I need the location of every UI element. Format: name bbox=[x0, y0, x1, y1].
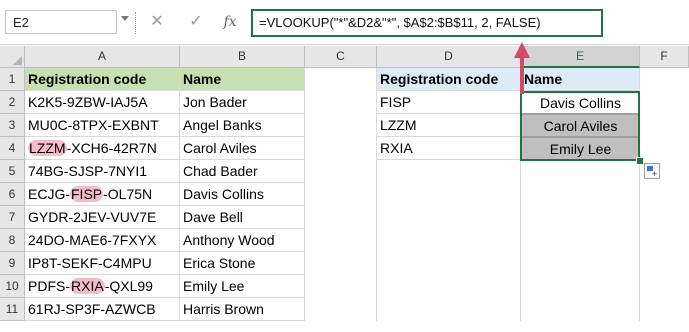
select-all-triangle-icon bbox=[13, 56, 22, 65]
row-header[interactable]: 8 bbox=[0, 229, 25, 252]
empty-column-c[interactable] bbox=[305, 68, 377, 321]
code-prefix: PDFS- bbox=[28, 278, 70, 294]
row-header[interactable]: 2 bbox=[0, 91, 25, 114]
registration-code-cell[interactable]: IP8T-SEKF-C4MPU bbox=[25, 252, 180, 275]
code-prefix: 24DO-MAE6-7FXYX bbox=[28, 232, 157, 248]
row-header[interactable]: 3 bbox=[0, 114, 25, 137]
lookup-header-registration-code[interactable]: Registration code bbox=[377, 68, 521, 91]
insert-function-icon[interactable]: fx bbox=[220, 11, 240, 33]
name-cell[interactable]: Jon Bader bbox=[180, 91, 305, 114]
formula-bar-divider bbox=[0, 44, 689, 45]
code-suffix: -OL75N bbox=[103, 186, 153, 202]
code-prefix: GYDR-2JEV-VUV7E bbox=[28, 209, 157, 225]
empty-column-f[interactable] bbox=[640, 68, 689, 321]
lookup-result-cell[interactable]: Davis Collins bbox=[521, 91, 640, 114]
code-match-highlight: LZZM bbox=[28, 140, 67, 156]
fill-handle[interactable] bbox=[636, 157, 644, 165]
row-header[interactable]: 6 bbox=[0, 183, 25, 206]
formula-bar: E2 ✕ ✓ fx =VLOOKUP("*"&D2&"*", $A$2:$B$1… bbox=[0, 0, 689, 46]
registration-code-cell[interactable]: K2K5-9ZBW-IAJ5A bbox=[25, 91, 180, 114]
name-cell[interactable]: Davis Collins bbox=[180, 183, 305, 206]
code-suffix: -QXL99 bbox=[104, 278, 153, 294]
chevron-down-icon[interactable] bbox=[121, 16, 129, 21]
row-header[interactable]: 9 bbox=[0, 252, 25, 275]
registration-code-cell[interactable]: PDFS-RXIA-QXL99 bbox=[25, 275, 180, 298]
code-suffix: -XCH6-42R7N bbox=[66, 140, 157, 156]
row-header[interactable]: 5 bbox=[0, 160, 25, 183]
lookup-code-cell[interactable]: FISP bbox=[377, 91, 521, 114]
row-header[interactable]: 4 bbox=[0, 137, 25, 160]
name-cell[interactable]: Erica Stone bbox=[180, 252, 305, 275]
code-match-highlight: RXIA bbox=[70, 278, 105, 294]
formula-input[interactable]: =VLOOKUP("*"&D2&"*", $A$2:$B$11, 2, FALS… bbox=[251, 9, 603, 37]
header-name[interactable]: Name bbox=[180, 68, 305, 91]
enter-icon[interactable]: ✓ bbox=[186, 11, 206, 33]
name-cell[interactable]: Harris Brown bbox=[180, 298, 305, 321]
row-header[interactable]: 7 bbox=[0, 206, 25, 229]
column-header-f[interactable]: F bbox=[640, 46, 689, 68]
registration-code-cell[interactable]: 74BG-SJSP-7NYI1 bbox=[25, 160, 180, 183]
registration-code-cell[interactable]: 24DO-MAE6-7FXYX bbox=[25, 229, 180, 252]
name-cell[interactable]: Dave Bell bbox=[180, 206, 305, 229]
code-prefix: ECJG- bbox=[28, 186, 70, 202]
paste-options-plus: + bbox=[652, 169, 658, 179]
annotation-arrow-shaft bbox=[520, 56, 524, 94]
row-header[interactable]: 11 bbox=[0, 298, 25, 321]
empty-cells-d[interactable] bbox=[377, 160, 521, 321]
lookup-result-cell[interactable]: Carol Aviles bbox=[521, 114, 640, 137]
column-header-e[interactable]: E bbox=[521, 46, 640, 68]
name-cell[interactable]: Emily Lee bbox=[180, 275, 305, 298]
name-box[interactable]: E2 bbox=[5, 10, 117, 34]
spreadsheet: E2 ✕ ✓ fx =VLOOKUP("*"&D2&"*", $A$2:$B$1… bbox=[0, 0, 689, 332]
cancel-icon[interactable]: ✕ bbox=[147, 11, 167, 33]
code-match-highlight: FISP bbox=[70, 186, 104, 202]
row-header[interactable]: 1 bbox=[0, 68, 25, 91]
lookup-code-cell[interactable]: LZZM bbox=[377, 114, 521, 137]
lookup-header-name[interactable]: Name bbox=[521, 68, 640, 91]
registration-code-cell[interactable]: LZZM-XCH6-42R7N bbox=[25, 137, 180, 160]
name-cell[interactable]: Anthony Wood bbox=[180, 229, 305, 252]
header-registration-code[interactable]: Registration code bbox=[25, 68, 180, 91]
code-prefix: MU0C-8TPX-EXBNT bbox=[28, 117, 159, 133]
up-arrow-icon bbox=[514, 42, 530, 58]
registration-code-cell[interactable]: ECJG-FISP-OL75N bbox=[25, 183, 180, 206]
name-cell[interactable]: Carol Aviles bbox=[180, 137, 305, 160]
registration-code-cell[interactable]: GYDR-2JEV-VUV7E bbox=[25, 206, 180, 229]
code-prefix: 74BG-SJSP-7NYI1 bbox=[28, 163, 148, 179]
column-header-c[interactable]: C bbox=[305, 46, 377, 68]
row-header[interactable]: 10 bbox=[0, 275, 25, 298]
empty-cells-e[interactable] bbox=[521, 160, 640, 321]
registration-code-cell[interactable]: MU0C-8TPX-EXBNT bbox=[25, 114, 180, 137]
column-header-d[interactable]: D bbox=[377, 46, 521, 68]
name-cell[interactable]: Angel Banks bbox=[180, 114, 305, 137]
lookup-code-cell[interactable]: RXIA bbox=[377, 137, 521, 160]
name-cell[interactable]: Chad Bader bbox=[180, 160, 305, 183]
separator bbox=[135, 12, 138, 34]
registration-code-cell[interactable]: 61RJ-SP3F-AZWCB bbox=[25, 298, 180, 321]
code-prefix: 61RJ-SP3F-AZWCB bbox=[28, 301, 156, 317]
lookup-result-cell[interactable]: Emily Lee bbox=[521, 137, 640, 160]
paste-options-icon[interactable]: + bbox=[644, 163, 660, 179]
code-prefix: IP8T-SEKF-C4MPU bbox=[28, 255, 152, 271]
column-header-a[interactable]: A bbox=[25, 46, 180, 68]
column-header-b[interactable]: B bbox=[180, 46, 305, 68]
select-all-corner[interactable] bbox=[0, 46, 25, 68]
code-prefix: K2K5-9ZBW-IAJ5A bbox=[28, 94, 148, 110]
